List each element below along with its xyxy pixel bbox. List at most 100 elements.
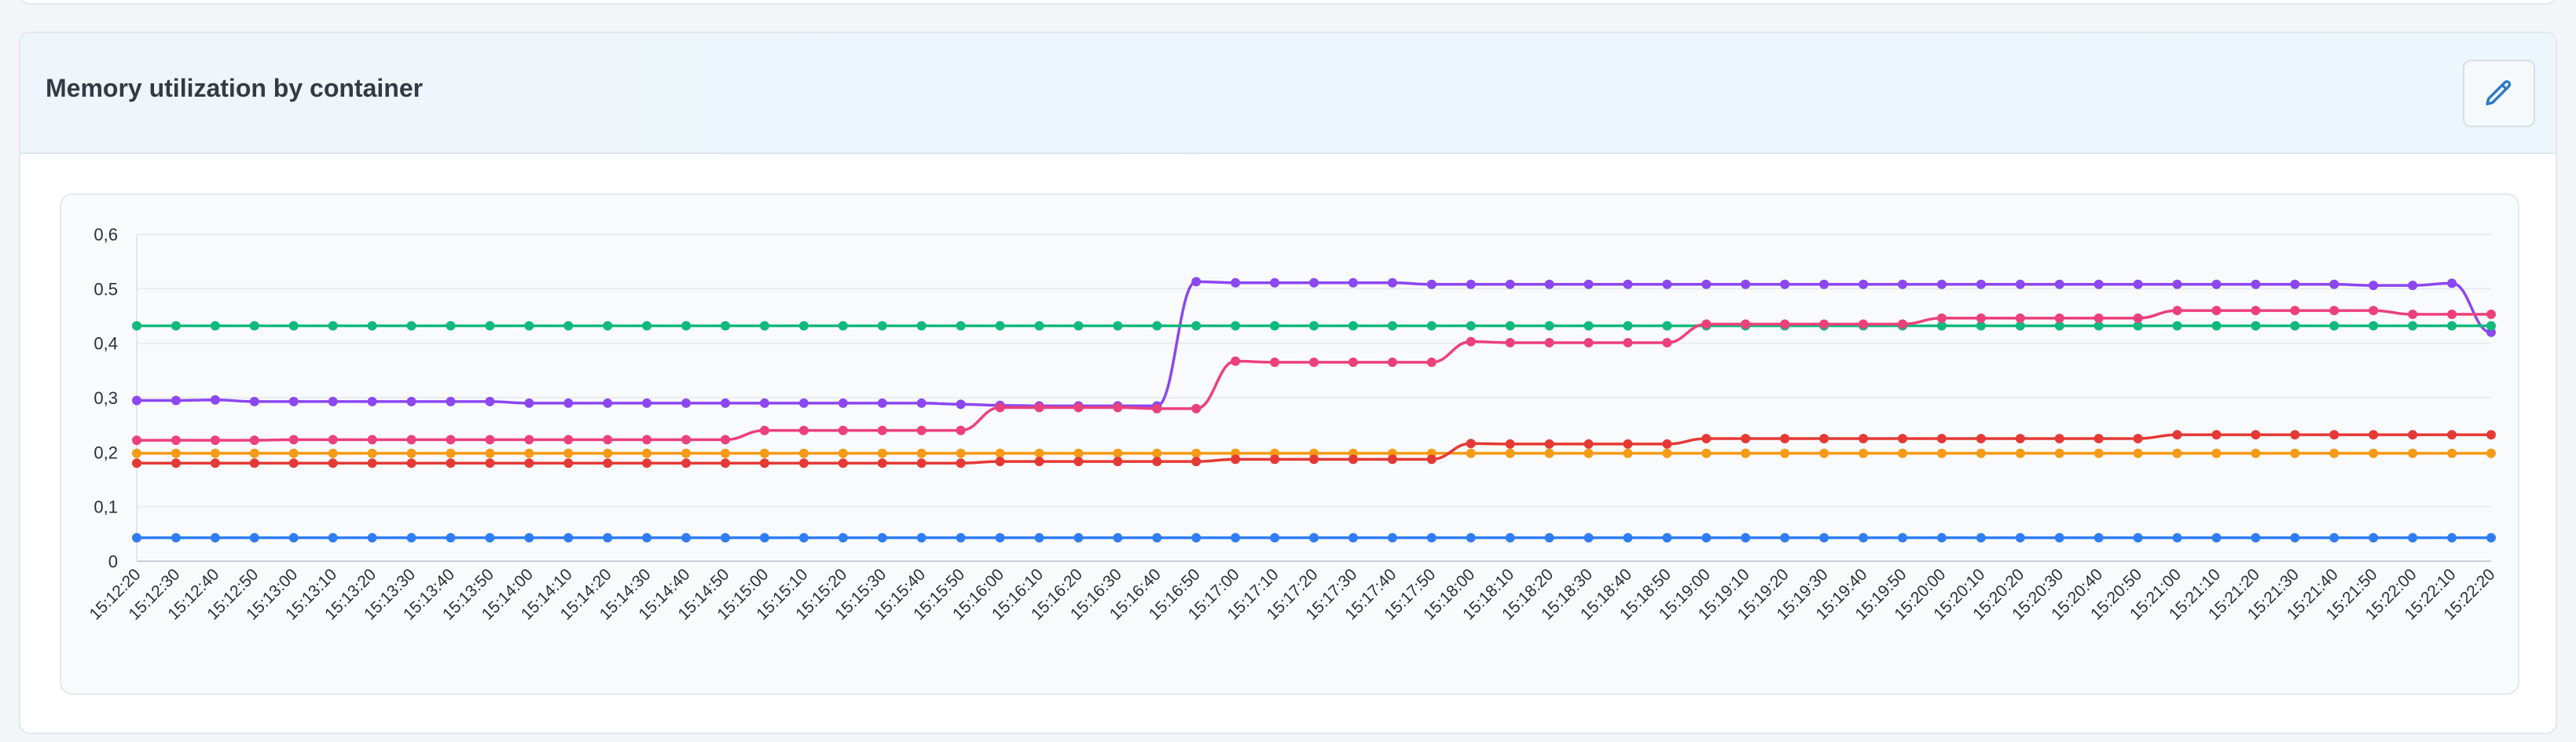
data-point	[2133, 279, 2143, 289]
data-point	[1466, 279, 1476, 289]
panel-header: Memory utilization by container	[20, 33, 2556, 154]
data-point	[798, 533, 809, 543]
data-point	[916, 398, 927, 408]
data-point	[249, 396, 259, 406]
data-point	[1387, 533, 1397, 543]
data-point	[2251, 279, 2261, 289]
data-point	[2369, 430, 2379, 440]
data-point	[681, 435, 692, 445]
data-point	[1819, 434, 1829, 443]
data-point	[1309, 277, 1319, 288]
data-point	[1505, 337, 1515, 347]
data-point	[446, 396, 456, 406]
data-point	[956, 321, 966, 331]
data-point	[1583, 321, 1594, 331]
data-point	[1348, 277, 1358, 288]
data-point	[1859, 319, 1869, 329]
data-point	[2486, 448, 2496, 458]
data-point	[524, 321, 534, 331]
data-point	[877, 425, 887, 435]
data-point	[1231, 321, 1241, 331]
data-point	[956, 425, 966, 435]
data-point	[1152, 533, 1162, 543]
data-point	[2133, 533, 2143, 543]
data-point	[1505, 439, 1515, 449]
data-point	[1034, 457, 1044, 467]
data-point	[1113, 457, 1123, 467]
data-point	[446, 533, 456, 543]
data-point	[2015, 434, 2025, 443]
data-point	[1819, 319, 1829, 329]
memory-line-chart: 00,10,20,30,40.50,615:12:2015:12:3015:12…	[86, 225, 2498, 623]
data-point	[1505, 448, 1515, 458]
data-point	[1152, 457, 1162, 467]
data-point	[877, 448, 887, 458]
y-tick-label: 0,3	[94, 388, 118, 408]
data-point	[1701, 448, 1712, 458]
data-point	[1348, 357, 1358, 367]
data-point	[2211, 533, 2222, 543]
data-point	[1936, 434, 1947, 443]
data-point	[1387, 357, 1397, 367]
data-point	[1231, 454, 1241, 465]
data-point	[563, 448, 574, 458]
data-point	[1780, 434, 1790, 443]
data-point	[759, 448, 769, 458]
data-point	[1936, 313, 1947, 323]
data-point	[1191, 533, 1202, 543]
data-point	[1505, 533, 1515, 543]
data-point	[406, 448, 416, 458]
data-point	[2054, 448, 2064, 458]
pencil-icon	[2486, 80, 2512, 105]
data-point	[721, 448, 730, 458]
data-point	[642, 398, 652, 408]
data-point	[2054, 279, 2064, 289]
data-point	[1270, 321, 1280, 331]
data-point	[210, 395, 220, 405]
edit-button[interactable]	[2463, 60, 2535, 127]
data-point	[1073, 457, 1084, 467]
data-point	[916, 321, 927, 331]
data-point	[877, 321, 887, 331]
data-point	[2172, 306, 2182, 316]
data-point	[1701, 533, 1712, 543]
data-point	[1859, 533, 1869, 543]
data-point	[328, 321, 338, 331]
data-point	[1741, 434, 1751, 443]
data-point	[2251, 533, 2261, 543]
data-point	[1623, 279, 1633, 289]
data-point	[2211, 448, 2222, 458]
data-point	[1191, 403, 1202, 413]
data-point	[956, 533, 966, 543]
data-point	[1583, 439, 1594, 449]
data-point	[288, 458, 299, 468]
data-point	[2369, 321, 2379, 331]
data-point	[798, 448, 809, 458]
data-point	[288, 396, 299, 406]
data-point	[171, 533, 181, 543]
data-point	[603, 321, 613, 331]
data-point	[1270, 533, 1280, 543]
data-point	[2329, 279, 2339, 289]
data-point	[563, 398, 574, 408]
data-point	[1034, 402, 1044, 413]
data-point	[877, 458, 887, 468]
y-tick-label: 0	[108, 552, 118, 571]
data-point	[1466, 336, 1476, 347]
data-point	[171, 448, 181, 458]
data-point	[2290, 279, 2300, 289]
data-point	[2369, 306, 2379, 316]
data-point	[2093, 434, 2104, 443]
data-point	[603, 435, 613, 445]
data-point	[1191, 321, 1202, 331]
data-point	[1113, 402, 1123, 413]
data-point	[1544, 533, 1554, 543]
data-point	[2447, 430, 2457, 440]
data-point	[2369, 448, 2379, 458]
data-point	[132, 448, 141, 458]
data-point	[406, 458, 416, 468]
data-point	[681, 448, 692, 458]
data-point	[1544, 337, 1554, 347]
data-point	[1898, 319, 1907, 329]
data-point	[1270, 277, 1280, 288]
